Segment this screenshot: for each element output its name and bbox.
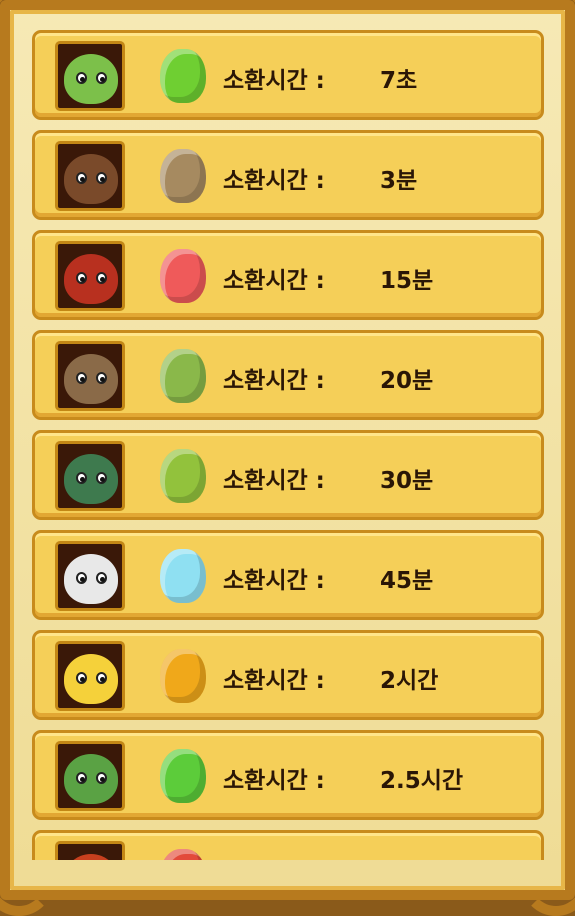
green-sprout-monster-icon — [55, 41, 125, 111]
monster-face — [64, 754, 118, 804]
monster-eye — [96, 172, 107, 184]
monster-pupil — [80, 277, 85, 282]
monster-face — [64, 854, 118, 860]
monster-eye — [96, 672, 107, 684]
brown-bull-monster-icon — [55, 141, 125, 211]
monster-face — [64, 454, 118, 504]
summon-time-list[interactable]: 소환시간 :7초 소환시간 :3분 소환시간 :15분 소환시간 :20분 소환시간 :… — [32, 30, 544, 860]
summon-time-value: 2.5시간 — [380, 768, 464, 794]
monster-eye — [96, 72, 107, 84]
summon-time-label: 소환시간 : — [223, 568, 325, 594]
monster-eye — [96, 272, 107, 284]
summon-time-label: 소환시간 : — [223, 168, 325, 194]
monster-face — [64, 54, 118, 104]
summon-time-label: 소환시간 : — [223, 68, 325, 94]
summon-time-value: 7초 — [380, 68, 418, 94]
monster-eye — [76, 772, 87, 784]
summon-time-value: 15분 — [380, 268, 434, 294]
monster-face — [64, 654, 118, 704]
green-dragon-monster-icon — [55, 741, 125, 811]
monster-eye — [96, 772, 107, 784]
summon-row[interactable]: 소환시간 : 7초 — [32, 30, 544, 120]
red-gem-icon — [160, 249, 206, 303]
monster-eye — [76, 572, 87, 584]
summon-time-label: 소환시간 : — [223, 368, 325, 394]
monster-eye — [76, 672, 87, 684]
summon-time-label: 소환시간 : — [223, 668, 325, 694]
light-blue-gem-icon — [160, 549, 206, 603]
summon-time-value: 45분 — [380, 568, 434, 594]
summon-row[interactable]: 소환시간 : 2시간 — [32, 630, 544, 720]
monster-pupil — [100, 577, 105, 582]
summon-row[interactable]: 소환시간 : 15분 — [32, 230, 544, 320]
red-gem-icon — [160, 849, 206, 860]
summon-time-label: 소환시간 : — [223, 268, 325, 294]
monster-pupil — [100, 477, 105, 482]
monster-pupil — [100, 177, 105, 182]
green-brown-gem-icon — [160, 449, 206, 503]
monster-pupil — [80, 177, 85, 182]
red-mushroom-monster-icon — [55, 841, 125, 860]
summon-row[interactable]: 소환시간 : 3분 — [32, 130, 544, 220]
summon-time-value: 20분 — [380, 368, 434, 394]
monster-pupil — [80, 577, 85, 582]
monster-eye — [96, 572, 107, 584]
monster-pupil — [80, 777, 85, 782]
summon-row[interactable]: 소환시간 : 2.5시간 — [32, 730, 544, 820]
summon-time-value: 3분 — [380, 168, 418, 194]
monster-pupil — [100, 677, 105, 682]
monster-eye — [76, 472, 87, 484]
monster-pupil — [100, 777, 105, 782]
green-duck-monster-icon — [55, 441, 125, 511]
monster-eye — [96, 472, 107, 484]
green-gem-icon — [160, 49, 206, 103]
monster-pupil — [80, 477, 85, 482]
summon-time-label: 소환시간 : — [223, 468, 325, 494]
monster-pupil — [100, 277, 105, 282]
white-yeti-monster-icon — [55, 541, 125, 611]
monster-face — [64, 154, 118, 204]
monster-face — [64, 254, 118, 304]
monster-pupil — [100, 377, 105, 382]
monster-eye — [76, 272, 87, 284]
yellow-chick-monster-icon — [55, 641, 125, 711]
monster-eye — [96, 372, 107, 384]
green-fire-gem-icon — [160, 749, 206, 803]
green-brown-gem-icon — [160, 349, 206, 403]
summon-row[interactable]: 소환시간 : 20분 — [32, 330, 544, 420]
monster-pupil — [80, 77, 85, 82]
monster-eye — [76, 172, 87, 184]
monster-pupil — [80, 677, 85, 682]
summon-row[interactable]: 소환시간 : 45분 — [32, 530, 544, 620]
monster-eye — [76, 372, 87, 384]
brown-gem-icon — [160, 149, 206, 203]
summon-row[interactable]: 소환시간 : 30분 — [32, 430, 544, 520]
red-raccoon-monster-icon — [55, 241, 125, 311]
monster-face — [64, 554, 118, 604]
summon-time-value: 2시간 — [380, 668, 439, 694]
monster-pupil — [100, 77, 105, 82]
summon-row[interactable] — [32, 830, 544, 860]
monster-pupil — [80, 377, 85, 382]
summon-time-value: 30분 — [380, 468, 434, 494]
rock-potato-monster-icon — [55, 341, 125, 411]
summon-time-label: 소환시간 : — [223, 768, 325, 794]
orange-gem-icon — [160, 649, 206, 703]
monster-eye — [76, 72, 87, 84]
monster-face — [64, 354, 118, 404]
